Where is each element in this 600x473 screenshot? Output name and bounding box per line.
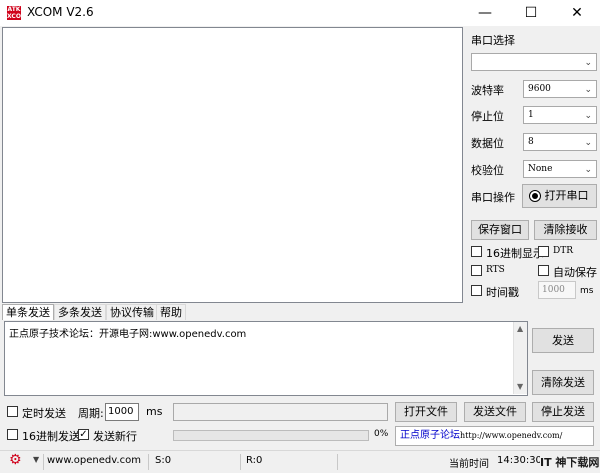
stop-send-button[interactable]: 停止发送 bbox=[532, 402, 594, 422]
port-operation-label: 串口操作 bbox=[471, 191, 515, 204]
status-sent-count: S:0 bbox=[155, 455, 172, 466]
timestamp-label: 时间戳 bbox=[486, 286, 519, 299]
tab-single-send[interactable]: 单条发送 bbox=[2, 304, 54, 320]
period-unit: ms bbox=[146, 405, 163, 418]
period-label: 周期: bbox=[78, 407, 104, 420]
current-time-label: 当前时间 bbox=[449, 459, 489, 470]
send-progress-bar bbox=[173, 430, 369, 441]
hex-display-label: 16进制显示 bbox=[486, 247, 544, 260]
port-select-label: 串口选择 bbox=[471, 34, 515, 47]
title-bar: ATK XCOM XCOM V2.6 — ☐ ✕ bbox=[0, 0, 600, 26]
stop-bits-value: 1 bbox=[528, 110, 534, 120]
forum-url: http://www.openedv.com/ bbox=[460, 431, 563, 440]
auto-save-label: 自动保存 bbox=[553, 266, 597, 279]
send-file-button[interactable]: 发送文件 bbox=[464, 402, 526, 422]
timed-send-checkbox[interactable] bbox=[7, 406, 18, 417]
send-button[interactable]: 发送 bbox=[532, 328, 594, 353]
forum-name: 正点原子论坛 bbox=[400, 430, 460, 441]
send-newline-checkbox[interactable]: ✓ bbox=[78, 429, 89, 440]
tab-multi-send[interactable]: 多条发送 bbox=[54, 304, 106, 320]
baud-value: 9600 bbox=[528, 84, 551, 94]
period-input[interactable]: 1000 bbox=[105, 403, 139, 421]
rts-checkbox[interactable] bbox=[471, 265, 482, 276]
open-file-button[interactable]: 打开文件 bbox=[395, 402, 457, 422]
open-port-button[interactable]: 打开串口 bbox=[522, 184, 597, 208]
rts-label: RTS bbox=[486, 265, 505, 275]
gear-icon[interactable]: ⚙ bbox=[9, 453, 23, 467]
hex-display-checkbox[interactable] bbox=[471, 246, 482, 257]
scroll-up-icon[interactable]: ▲ bbox=[517, 324, 523, 333]
timestamp-input[interactable]: 1000 bbox=[538, 281, 576, 299]
parity-label: 校验位 bbox=[471, 164, 504, 177]
data-bits-select[interactable]: 8 ⌄ bbox=[523, 133, 597, 151]
close-button[interactable]: ✕ bbox=[554, 0, 600, 26]
dtr-checkbox[interactable] bbox=[538, 246, 549, 257]
auto-save-checkbox[interactable] bbox=[538, 265, 549, 276]
status-received-count: R:0 bbox=[246, 455, 263, 466]
port-select[interactable]: ⌄ bbox=[471, 53, 597, 71]
window-title: XCOM V2.6 bbox=[27, 5, 94, 19]
chevron-down-icon: ⌄ bbox=[584, 165, 592, 175]
settings-chevron-down-icon[interactable]: ▼ bbox=[33, 455, 39, 464]
stop-bits-label: 停止位 bbox=[471, 110, 504, 123]
clear-receive-button[interactable]: 清除接收 bbox=[534, 220, 597, 240]
port-status-icon bbox=[529, 190, 541, 202]
watermark-text: IT 神下载网 bbox=[540, 454, 600, 470]
data-bits-value: 8 bbox=[528, 137, 534, 147]
parity-value: None bbox=[528, 164, 553, 174]
app-logo: ATK XCOM bbox=[7, 6, 27, 20]
save-window-button[interactable]: 保存窗口 bbox=[471, 220, 529, 240]
status-website: www.openedv.com bbox=[47, 455, 141, 466]
file-path-input[interactable] bbox=[173, 403, 388, 421]
baud-select[interactable]: 9600 ⌄ bbox=[523, 80, 597, 98]
maximize-button[interactable]: ☐ bbox=[508, 0, 554, 26]
open-port-label: 打开串口 bbox=[544, 189, 589, 202]
scroll-down-icon[interactable]: ▼ bbox=[517, 382, 523, 391]
send-textarea[interactable]: 正点原子技术论坛：开源电子网:www.openedv.com bbox=[4, 321, 528, 396]
hex-send-checkbox[interactable] bbox=[7, 429, 18, 440]
baud-label: 波特率 bbox=[471, 84, 504, 97]
chevron-down-icon: ⌄ bbox=[584, 85, 592, 95]
send-newline-label: 发送新行 bbox=[93, 430, 137, 443]
parity-select[interactable]: None ⌄ bbox=[523, 160, 597, 178]
timed-send-label: 定时发送 bbox=[22, 407, 66, 420]
minimize-button[interactable]: — bbox=[462, 0, 508, 26]
progress-percent: 0% bbox=[374, 429, 389, 439]
dtr-label: DTR bbox=[553, 246, 573, 256]
timestamp-unit: ms bbox=[580, 286, 594, 296]
chevron-down-icon: ⌄ bbox=[584, 138, 592, 148]
current-time: 14:30:30 bbox=[497, 455, 542, 466]
tab-protocol[interactable]: 协议传输 bbox=[106, 304, 158, 320]
timestamp-checkbox[interactable] bbox=[471, 285, 482, 296]
chevron-down-icon: ⌄ bbox=[584, 58, 592, 68]
clear-send-button[interactable]: 清除发送 bbox=[532, 370, 594, 395]
send-scrollbar[interactable]: ▲ ▼ bbox=[513, 322, 527, 394]
chevron-down-icon: ⌄ bbox=[584, 111, 592, 121]
forum-link[interactable]: 正点原子论坛http://www.openedv.com/ bbox=[395, 426, 594, 446]
tab-help[interactable]: 帮助 bbox=[156, 304, 186, 320]
stop-bits-select[interactable]: 1 ⌄ bbox=[523, 106, 597, 124]
receive-textarea[interactable] bbox=[2, 27, 463, 303]
hex-send-label: 16进制发送 bbox=[22, 430, 80, 443]
data-bits-label: 数据位 bbox=[471, 137, 504, 150]
